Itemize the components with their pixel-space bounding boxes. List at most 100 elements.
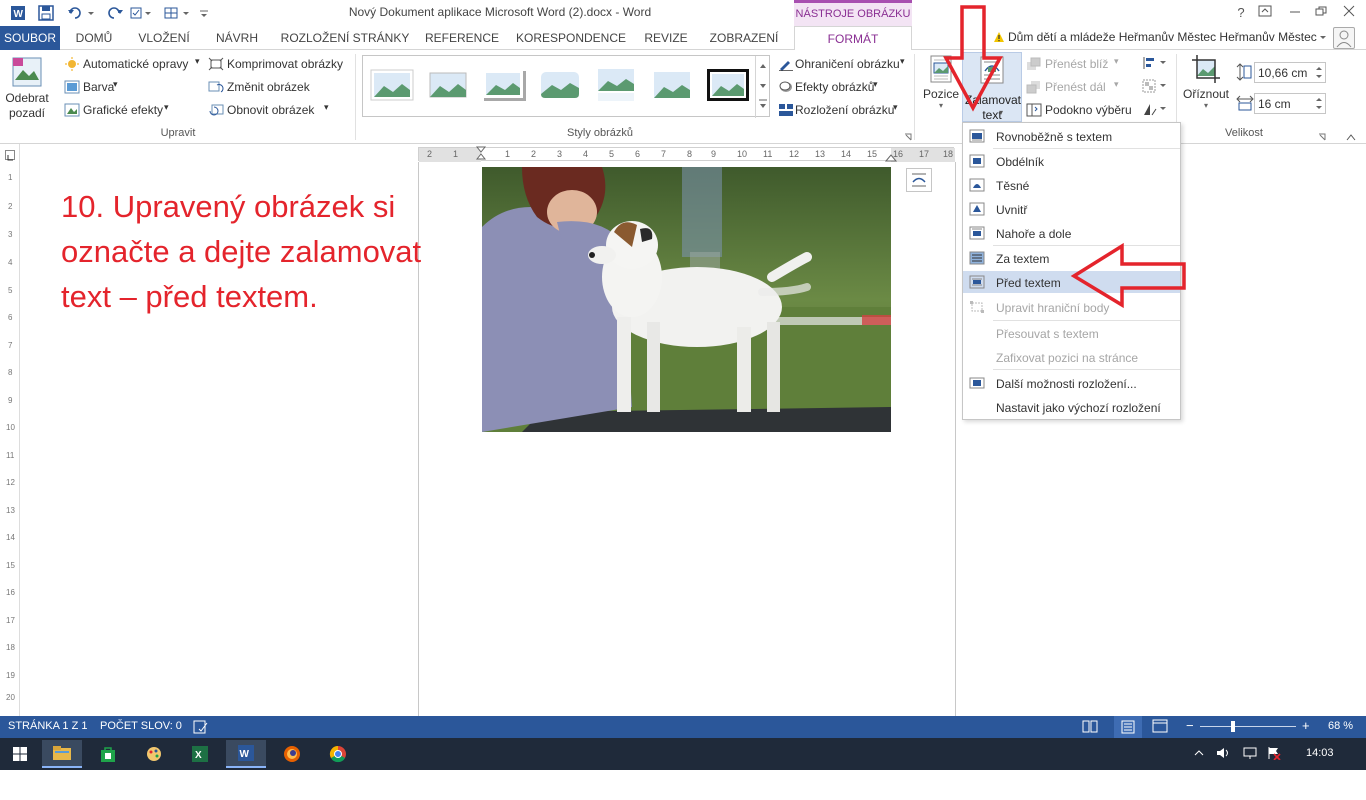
- selection-pane-button[interactable]: Podokno výběru: [1026, 102, 1136, 120]
- width-input[interactable]: 16 cm: [1254, 93, 1326, 114]
- picture-layout-button[interactable]: Rozložení obrázku ▾: [776, 102, 904, 120]
- firefox-icon[interactable]: [272, 740, 312, 768]
- excel-icon[interactable]: X: [180, 740, 220, 768]
- store-icon[interactable]: [88, 740, 128, 768]
- horizontal-ruler: 2 1 1 2 3 4 5 6 7 8 9 10 11 12 13 14 15 …: [418, 146, 955, 164]
- styles-launcher-icon[interactable]: [904, 130, 912, 144]
- annotation-arrow-down: [943, 5, 1003, 112]
- style-simple-frame[interactable]: [369, 66, 415, 104]
- tab-layout[interactable]: ROZLOŽENÍ STRÁNKY: [278, 26, 412, 50]
- remove-background-button[interactable]: Odebrat pozadí: [4, 54, 50, 126]
- network-icon[interactable]: [1242, 746, 1258, 763]
- zoom-level[interactable]: 68 %: [1328, 720, 1353, 732]
- word-taskbar-icon[interactable]: W: [226, 740, 266, 768]
- page-count[interactable]: STRÁNKA 1 Z 1: [8, 720, 87, 732]
- menu-item-through[interactable]: Uvnitř: [963, 198, 1180, 220]
- zoom-slider[interactable]: [1200, 726, 1296, 727]
- menu-item-more-layout-options[interactable]: Další možnosti rozložení...: [963, 372, 1180, 394]
- style-rounded[interactable]: [537, 66, 583, 104]
- picture-border-button[interactable]: Ohraničení obrázku ▾: [776, 56, 910, 74]
- bring-forward-button[interactable]: Přenést blíž ▾: [1026, 56, 1126, 74]
- menu-item-square[interactable]: Obdélník: [963, 150, 1180, 172]
- tab-home[interactable]: DOMŮ: [66, 26, 122, 50]
- tab-mailings[interactable]: KORESPONDENCE: [512, 26, 630, 50]
- style-reflection[interactable]: [593, 66, 639, 104]
- vertical-ruler: 1 2 3 4 5 6 7 8 9 10 11 12 13 14 15 16 17 18 19 20: [0, 144, 20, 716]
- style-shadow[interactable]: [481, 66, 527, 104]
- menu-item-in-line[interactable]: Rovnoběžně s textem: [963, 125, 1180, 147]
- style-black-frame[interactable]: [705, 66, 751, 104]
- zoom-in-icon[interactable]: +: [1302, 718, 1310, 733]
- notification-flag-icon[interactable]: [1266, 746, 1282, 763]
- tray-chevron-icon[interactable]: [1194, 747, 1204, 761]
- read-mode-icon[interactable]: [1082, 719, 1098, 733]
- volume-icon[interactable]: [1216, 746, 1232, 763]
- group-icon[interactable]: [1142, 79, 1170, 96]
- corrections-button[interactable]: Automatické opravy ▾: [62, 56, 207, 74]
- chrome-icon[interactable]: [318, 740, 358, 768]
- ribbon-display-icon[interactable]: [1254, 3, 1276, 23]
- size-launcher-icon[interactable]: [1318, 130, 1326, 144]
- tab-selector-icon[interactable]: [5, 150, 15, 161]
- send-backward-button[interactable]: Přenést dál ▾: [1026, 79, 1126, 97]
- ribbon-tabs: SOUBOR DOMŮ VLOŽENÍ NÁVRH ROZLOŽENÍ STRÁ…: [0, 26, 1366, 51]
- style-soft-rect[interactable]: [649, 66, 695, 104]
- selection-pane-icon: [1026, 103, 1042, 117]
- word-count[interactable]: POČET SLOV: 0: [100, 720, 182, 732]
- height-spinner-icon[interactable]: [1314, 63, 1324, 82]
- chevron-down-icon[interactable]: [1318, 31, 1328, 46]
- instruction-text: 10. Upravený obrázek si označte a dejte …: [61, 189, 422, 314]
- restore-icon[interactable]: [1310, 3, 1332, 23]
- indent-marker-icon[interactable]: [475, 146, 489, 164]
- zoom-slider-thumb[interactable]: [1231, 721, 1235, 732]
- zoom-out-icon[interactable]: −: [1186, 718, 1194, 733]
- style-soft-edge[interactable]: [425, 66, 471, 104]
- compress-pictures-button[interactable]: Komprimovat obrázky: [206, 56, 352, 74]
- ruler-label: 8: [687, 149, 693, 159]
- selected-picture[interactable]: [482, 167, 891, 432]
- align-icon[interactable]: [1142, 56, 1170, 73]
- start-icon[interactable]: [0, 740, 40, 768]
- save-icon[interactable]: [36, 3, 56, 23]
- paint-icon[interactable]: [134, 740, 174, 768]
- right-indent-icon[interactable]: [885, 150, 897, 164]
- picture-effects-button[interactable]: Efekty obrázků ▾: [776, 79, 896, 97]
- change-picture-button[interactable]: Změnit obrázek: [206, 79, 326, 97]
- customize-toolbar-icon[interactable]: [196, 3, 212, 23]
- undo-icon[interactable]: [64, 3, 98, 23]
- artistic-effects-button[interactable]: Grafické efekty ▾: [62, 102, 182, 120]
- svg-text:19: 19: [6, 671, 15, 680]
- gallery-scroll[interactable]: [755, 56, 769, 118]
- picture-styles-gallery[interactable]: [362, 55, 770, 118]
- file-explorer-icon[interactable]: [42, 740, 82, 768]
- tab-view[interactable]: ZOBRAZENÍ: [702, 26, 786, 50]
- menu-item-tight[interactable]: Těsné: [963, 174, 1180, 196]
- menu-item-top-bottom[interactable]: Nahoře a dole: [963, 222, 1180, 244]
- width-spinner-icon[interactable]: [1314, 94, 1324, 113]
- height-input[interactable]: 10,66 cm: [1254, 62, 1326, 83]
- account-name[interactable]: Dům dětí a mládeže Heřmanův Městec Heřma…: [1008, 30, 1317, 44]
- tab-file[interactable]: SOUBOR: [0, 26, 60, 50]
- rotate-icon[interactable]: [1142, 102, 1170, 119]
- color-button[interactable]: Barva ▾: [62, 79, 142, 97]
- tab-insert[interactable]: VLOŽENÍ: [132, 26, 196, 50]
- tab-references[interactable]: REFERENCE: [422, 26, 502, 50]
- avatar[interactable]: [1333, 27, 1355, 49]
- proofing-icon[interactable]: [193, 720, 209, 734]
- layout-options-button[interactable]: [906, 168, 932, 192]
- table-draw-icon[interactable]: [160, 3, 194, 23]
- crop-button[interactable]: Oříznout ▾: [1180, 54, 1232, 126]
- reset-picture-button[interactable]: Obnovit obrázek ▾: [206, 102, 336, 120]
- print-layout-button[interactable]: [1114, 716, 1142, 738]
- tab-review[interactable]: REVIZE: [640, 26, 692, 50]
- redo-icon[interactable]: [106, 3, 158, 23]
- collapse-ribbon-icon[interactable]: [1346, 130, 1356, 144]
- web-layout-icon[interactable]: [1152, 719, 1168, 733]
- menu-item-set-default-layout[interactable]: Nastavit jako výchozí rozložení: [963, 396, 1180, 418]
- minimize-icon[interactable]: [1284, 3, 1306, 23]
- tab-format[interactable]: FORMÁT: [794, 26, 912, 51]
- system-clock[interactable]: 14:03: [1306, 747, 1334, 759]
- close-icon[interactable]: [1338, 3, 1360, 23]
- help-button[interactable]: ?: [1230, 3, 1252, 23]
- tab-design[interactable]: NÁVRH: [206, 26, 268, 50]
